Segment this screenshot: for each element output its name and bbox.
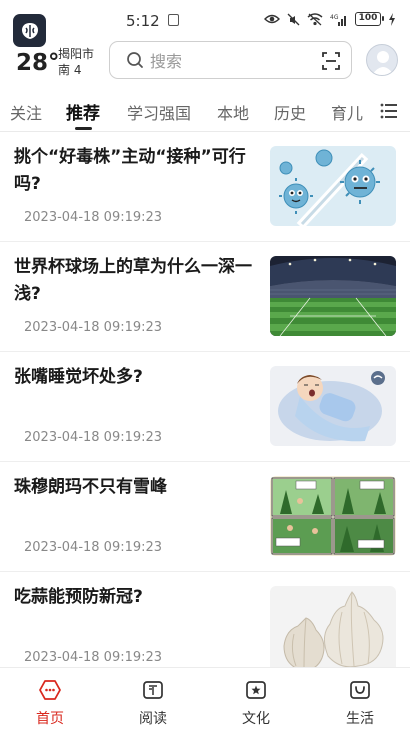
avatar[interactable] [366,44,398,76]
nav-label: 阅读 [139,711,167,727]
bottom-nav: 首页 阅读 文化 生活 [0,667,410,733]
news-list: 挑个“好毒株”主动“接种”可行吗? 2023-04-18 09:19:23 世界… [0,132,410,667]
news-thumbnail [270,366,396,446]
active-tab-indicator [75,127,92,130]
notification-icon [168,14,179,26]
search-placeholder: 搜索 [150,52,183,71]
menu-icon[interactable] [380,102,398,120]
culture-icon [246,681,266,699]
weather-temperature: 28° [16,50,60,76]
home-icon [39,680,61,700]
nav-culture[interactable]: 文化 [226,678,286,728]
tab-parenting[interactable]: 育儿 [331,100,363,124]
news-title: 挑个“好毒株”主动“接种”可行吗? [14,147,246,194]
news-thumbnail [270,146,396,226]
status-bar: 5:12 4G 100 [0,0,410,47]
tab-xuexi[interactable]: 学习强国 [127,100,191,124]
news-item[interactable]: 张嘴睡觉坏处多? 2023-04-18 09:19:23 [0,352,410,462]
news-title: 世界杯球场上的草为什么一深一浅? [14,257,252,304]
search-icon [127,52,143,68]
news-time: 2023-04-18 09:19:23 [24,320,163,335]
category-tabs: 关注 推荐 学习强国 本地 历史 育儿 [0,92,410,132]
wifi-icon [307,12,323,25]
news-time: 2023-04-18 09:19:23 [24,430,163,445]
tab-local[interactable]: 本地 [217,100,249,124]
news-title: 张嘴睡觉坏处多? [14,367,143,387]
charging-icon [389,12,395,26]
app-logo-icon[interactable] [13,14,46,47]
nav-label: 文化 [242,711,270,727]
news-item[interactable]: 世界杯球场上的草为什么一深一浅? 2023-04-18 09:19:23 [0,242,410,352]
tab-history[interactable]: 历史 [274,100,306,124]
nav-home[interactable]: 首页 [20,678,80,728]
news-item[interactable]: 珠穆朗玛不只有雪峰 2023-04-18 09:19:23 [0,462,410,572]
nav-reading[interactable]: 阅读 [123,678,183,728]
weather-city: 揭阳市 [58,47,95,61]
news-time: 2023-04-18 09:19:23 [24,650,163,665]
battery-icon: 100 [355,12,384,26]
news-thumbnail [270,256,396,336]
scan-icon[interactable] [321,51,341,71]
news-item[interactable]: 挑个“好毒株”主动“接种”可行吗? 2023-04-18 09:19:23 [0,132,410,242]
mute-icon [287,13,300,25]
tab-recommend[interactable]: 推荐 [66,99,100,124]
tab-follow[interactable]: 关注 [10,100,42,124]
news-thumbnail [270,476,396,556]
search-box[interactable]: 搜索 [109,41,352,79]
status-time: 5:12 [126,12,160,30]
book-icon [143,681,163,699]
nav-label: 生活 [346,711,374,727]
weather-wind: 南 4 [58,63,82,77]
eye-icon [264,14,280,24]
signal-icon: 4G [330,14,346,26]
news-thumbnail [270,586,396,667]
svg-text:4G: 4G [330,14,339,21]
life-icon [350,681,370,699]
news-title: 珠穆朗玛不只有雪峰 [14,477,167,497]
nav-life[interactable]: 生活 [330,678,390,728]
news-time: 2023-04-18 09:19:23 [24,210,163,225]
news-time: 2023-04-18 09:19:23 [24,540,163,555]
news-item[interactable]: 吃蒜能预防新冠? 2023-04-18 09:19:23 [0,572,410,667]
nav-label: 首页 [36,711,64,727]
user-icon [372,51,394,75]
news-title: 吃蒜能预防新冠? [14,587,143,607]
